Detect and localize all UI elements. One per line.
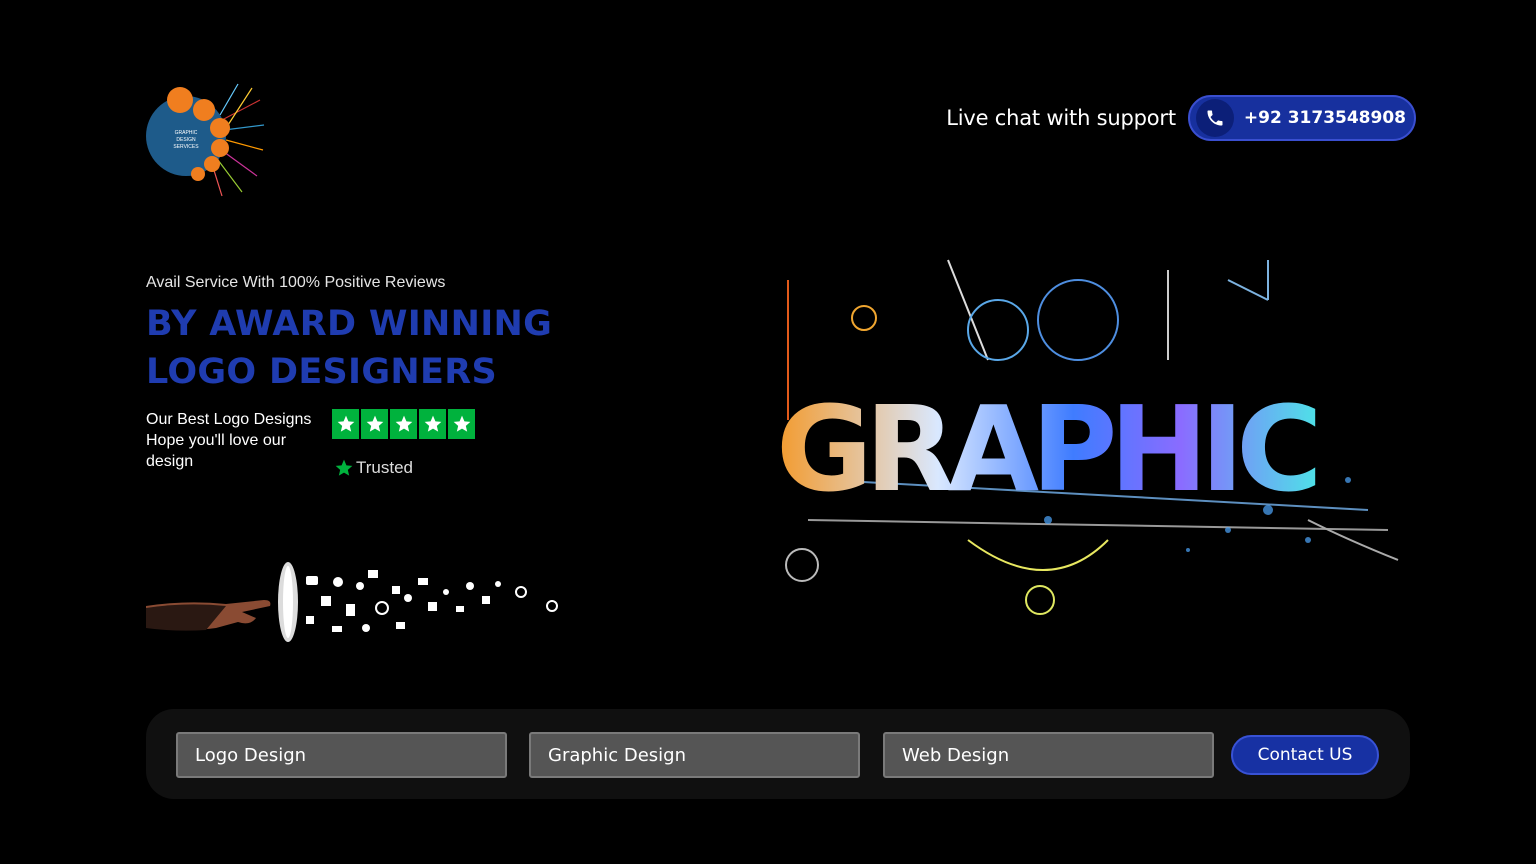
info-line-1: Our Best Logo Designs [146,411,312,428]
graphic-design-field[interactable]: Graphic Design [529,732,860,778]
graphic-artwork-illustration: GRAPHIC [776,259,1399,615]
headline-line-2: LOGO DESIGNERS [146,352,497,392]
web-design-field[interactable]: Web Design [883,732,1214,778]
star-icon [332,409,359,439]
headline-line-1: BY AWARD WINNING [146,304,553,344]
brand-logo[interactable]: GRAPHIC DESIGN SERVICES [142,80,266,198]
svg-text:DESIGN: DESIGN [176,137,196,143]
star-icon [419,409,446,439]
hero-headline: BY AWARD WINNING LOGO DESIGNERS [146,300,552,396]
graphic-artwork-text: GRAPHIC [776,380,1316,518]
star-icon [448,409,475,439]
trusted-label: Trusted [356,458,414,477]
live-chat-label[interactable]: Live chat with support [946,106,1176,130]
info-block: Our Best Logo Designs Hope you'll love o… [146,408,316,472]
services-bar: Logo Design Graphic Design Web Design Co… [146,709,1410,799]
star-icon [390,409,417,439]
phone-icon [1195,99,1234,137]
hero-subline: Avail Service With 100% Positive Reviews [146,274,446,291]
svg-text:SERVICES: SERVICES [173,144,199,150]
rating-stars [332,409,475,439]
trusted-badge: Trusted [334,458,413,478]
hand-icons-illustration [146,562,558,642]
phone-button[interactable]: +92 3173548908 [1187,95,1416,141]
logo-design-field[interactable]: Logo Design [176,732,507,778]
header-contact: Live chat with support +92 3173548908 [946,95,1416,141]
contact-us-button[interactable]: Contact US [1231,735,1379,775]
star-icon [361,409,388,439]
phone-number: +92 3173548908 [1243,108,1406,128]
logo-text: GRAPHIC [175,130,198,136]
green-star-icon [335,459,353,476]
info-line-2: Hope you'll love our design [146,432,287,470]
